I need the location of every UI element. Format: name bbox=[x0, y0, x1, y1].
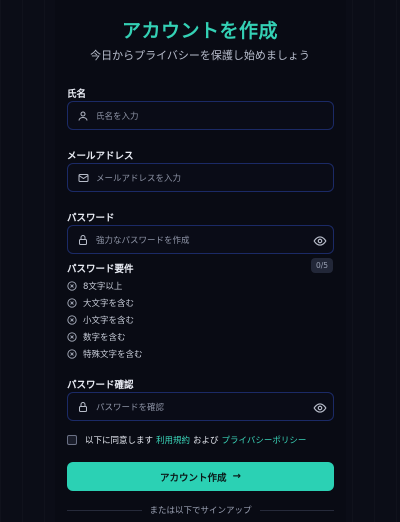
password-label: パスワード bbox=[67, 213, 115, 224]
name-placeholder: 氏名を入力 bbox=[96, 111, 139, 122]
page-subtitle: 今日からプライバシーを保護し始めましょう bbox=[90, 49, 310, 62]
circle-x-icon bbox=[67, 298, 77, 308]
password-requirements-title: パスワード要件 bbox=[67, 264, 134, 275]
confirm-password-placeholder: パスワードを確認 bbox=[96, 402, 165, 413]
lock-icon bbox=[76, 400, 90, 414]
name-label: 氏名 bbox=[67, 89, 87, 100]
eye-icon[interactable] bbox=[313, 400, 327, 414]
arrow-right-icon: → bbox=[232, 471, 241, 482]
create-account-button[interactable]: アカウント作成 → bbox=[67, 462, 334, 491]
circle-x-icon bbox=[67, 315, 77, 325]
signup-divider: または以下でサインアップ bbox=[67, 504, 335, 516]
requirement-text: 大文字を含む bbox=[83, 299, 135, 309]
privacy-policy-link[interactable]: プライバシーポリシー bbox=[222, 434, 307, 446]
agreement-prefix: 以下に同意します bbox=[85, 436, 154, 446]
requirement-item: 8文字以上 bbox=[67, 280, 122, 292]
lock-icon bbox=[76, 233, 90, 247]
requirement-item: 小文字を含む bbox=[67, 314, 134, 326]
password-field[interactable]: 強力なパスワードを作成 bbox=[67, 225, 334, 254]
user-icon bbox=[76, 109, 90, 123]
mail-icon bbox=[76, 171, 90, 185]
agreement-and: および bbox=[193, 436, 219, 446]
terms-checkbox[interactable] bbox=[67, 435, 77, 445]
email-field[interactable]: メールアドレスを入力 bbox=[67, 163, 334, 192]
terms-agreement: 以下に同意します 利用規約 および プライバシーポリシー bbox=[67, 434, 309, 446]
divider-text: または以下でサインアップ bbox=[149, 506, 252, 516]
terms-link[interactable]: 利用規約 bbox=[156, 434, 190, 446]
page-title: アカウントを作成 bbox=[121, 20, 278, 42]
requirement-item: 大文字を含む bbox=[67, 297, 134, 309]
requirement-text: 小文字を含む bbox=[83, 316, 135, 326]
requirement-text: 8文字以上 bbox=[83, 282, 123, 292]
divider-line-right bbox=[259, 509, 335, 511]
password-placeholder: 強力なパスワードを作成 bbox=[96, 235, 190, 246]
divider-line-left bbox=[67, 509, 142, 511]
email-label: メールアドレス bbox=[67, 151, 134, 162]
email-placeholder: メールアドレスを入力 bbox=[96, 173, 182, 184]
create-account-label: アカウント作成 bbox=[160, 472, 227, 484]
requirement-item: 特殊文字を含む bbox=[67, 348, 143, 360]
requirement-text: 特殊文字を含む bbox=[83, 350, 143, 360]
eye-icon[interactable] bbox=[313, 233, 327, 247]
requirement-item: 数字を含む bbox=[67, 331, 126, 343]
circle-x-icon bbox=[67, 281, 77, 291]
confirm-password-field[interactable]: パスワードを確認 bbox=[67, 392, 334, 421]
requirements-count-badge: 0/5 bbox=[311, 258, 333, 273]
requirement-text: 数字を含む bbox=[83, 333, 126, 343]
name-field[interactable]: 氏名を入力 bbox=[67, 101, 334, 130]
confirm-password-label: パスワード確認 bbox=[67, 380, 134, 391]
circle-x-icon bbox=[67, 332, 77, 342]
circle-x-icon bbox=[67, 349, 77, 359]
